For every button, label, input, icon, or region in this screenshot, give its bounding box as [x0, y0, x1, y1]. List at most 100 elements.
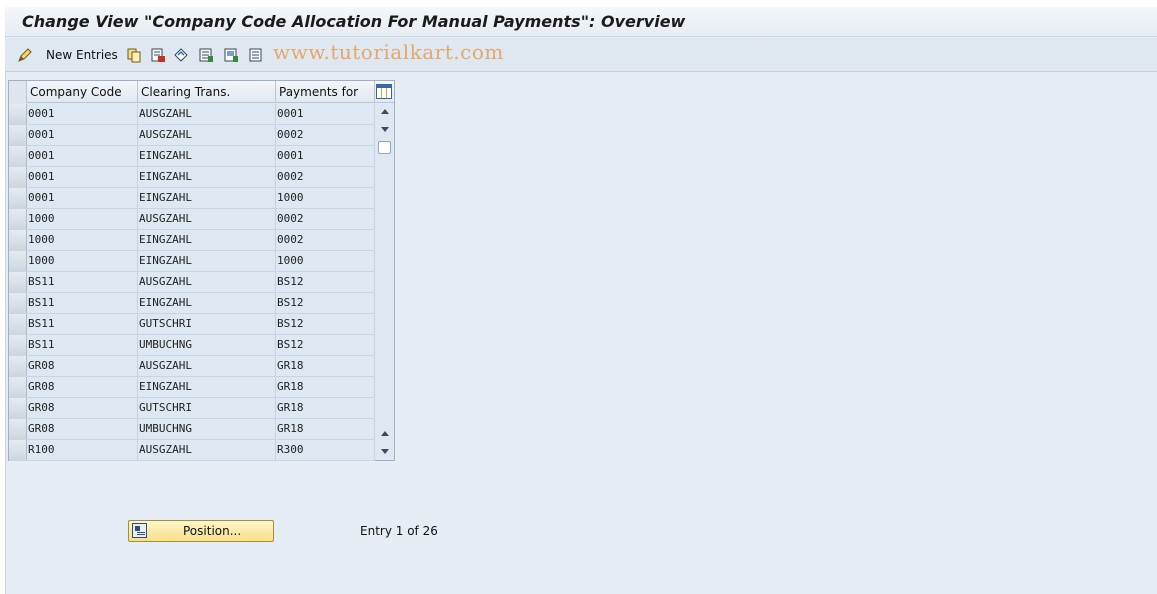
table-row[interactable]: GR08 AUSGZAHL GR18 [9, 356, 375, 377]
table-row[interactable]: 0001 AUSGZAHL 0001 [9, 104, 375, 125]
company-code-cell: 0001 [27, 125, 138, 145]
company-code-cell: GR08 [27, 356, 138, 376]
row-selector[interactable] [9, 146, 27, 166]
table-row[interactable]: 0001 EINGZAHL 1000 [9, 188, 375, 209]
table-row[interactable]: 1000 EINGZAHL 0002 [9, 230, 375, 251]
scrollbar-thumb[interactable] [378, 141, 391, 154]
clearing-trans-cell: EINGZAHL [138, 167, 276, 187]
table-row[interactable]: 0001 EINGZAHL 0002 [9, 167, 375, 188]
row-selector[interactable] [9, 335, 27, 355]
company-code-cell: BS11 [27, 314, 138, 334]
company-code-cell: GR08 [27, 398, 138, 418]
position-icon [132, 523, 147, 538]
clearing-trans-cell: AUSGZAHL [138, 440, 276, 460]
table-row[interactable]: R100 AUSGZAHL R300 [9, 440, 375, 461]
clearing-trans-cell: GUTSCHRI [138, 398, 276, 418]
payments-for-cell: GR18 [276, 356, 375, 376]
clearing-trans-cell: AUSGZAHL [138, 356, 276, 376]
delete-button[interactable] [150, 46, 166, 64]
copy-button[interactable] [126, 46, 142, 64]
page-up-icon[interactable] [381, 431, 389, 436]
payments-for-cell: GR18 [276, 398, 375, 418]
entries-table: Company Code Clearing Trans. Payments fo… [8, 80, 395, 461]
copy-icon [127, 48, 141, 63]
clearing-trans-cell: AUSGZAHL [138, 104, 276, 124]
company-code-cell: GR08 [27, 377, 138, 397]
payments-for-cell: BS12 [276, 314, 375, 334]
column-header-payments-for[interactable]: Payments for [276, 81, 375, 103]
payments-for-cell: GR18 [276, 419, 375, 439]
deselect-all-button[interactable] [248, 46, 264, 64]
title-bar: Change View "Company Code Allocation For… [5, 7, 1157, 37]
company-code-cell: 0001 [27, 188, 138, 208]
new-entries-button[interactable]: New Entries [46, 46, 118, 64]
clearing-trans-cell: EINGZAHL [138, 188, 276, 208]
row-selector[interactable] [9, 209, 27, 229]
table-row[interactable]: BS11 AUSGZAHL BS12 [9, 272, 375, 293]
undo-change-button[interactable] [173, 46, 189, 64]
row-selector[interactable] [9, 167, 27, 187]
table-row[interactable]: BS11 GUTSCHRI BS12 [9, 314, 375, 335]
watermark-text: www.tutorialkart.com [273, 40, 504, 64]
row-selector[interactable] [9, 314, 27, 334]
select-all-button[interactable] [198, 46, 214, 64]
row-selector[interactable] [9, 419, 27, 439]
table-settings-icon[interactable] [376, 84, 392, 99]
row-selector[interactable] [9, 293, 27, 313]
company-code-cell: 1000 [27, 251, 138, 271]
display-change-button[interactable] [17, 46, 33, 64]
company-code-cell: BS11 [27, 293, 138, 313]
table-row[interactable]: GR08 UMBUCHNG GR18 [9, 419, 375, 440]
table-row[interactable]: 0001 AUSGZAHL 0002 [9, 125, 375, 146]
table-row[interactable]: GR08 EINGZAHL GR18 [9, 377, 375, 398]
company-code-cell: R100 [27, 440, 138, 460]
payments-for-cell: 0002 [276, 125, 375, 145]
payments-for-cell: 0001 [276, 104, 375, 124]
clearing-trans-cell: EINGZAHL [138, 293, 276, 313]
page-down-icon[interactable] [381, 449, 389, 454]
row-selector[interactable] [9, 230, 27, 250]
table-header: Company Code Clearing Trans. Payments fo… [9, 81, 394, 103]
payments-for-cell: BS12 [276, 335, 375, 355]
vertical-scrollbar[interactable] [376, 103, 394, 460]
row-selector[interactable] [9, 125, 27, 145]
table-row[interactable]: 1000 EINGZAHL 1000 [9, 251, 375, 272]
scroll-down-icon[interactable] [381, 127, 389, 132]
payments-for-cell: R300 [276, 440, 375, 460]
payments-for-cell: 0002 [276, 167, 375, 187]
select-all-rows-cell[interactable] [9, 81, 27, 103]
position-button[interactable]: Position... [128, 520, 274, 542]
company-code-cell: 0001 [27, 146, 138, 166]
new-entries-label: New Entries [46, 48, 118, 62]
row-selector[interactable] [9, 272, 27, 292]
column-header-company-code[interactable]: Company Code [27, 81, 138, 103]
row-selector[interactable] [9, 398, 27, 418]
clearing-trans-cell: EINGZAHL [138, 251, 276, 271]
select-block-button[interactable] [223, 46, 239, 64]
payments-for-cell: 1000 [276, 188, 375, 208]
clearing-trans-cell: EINGZAHL [138, 146, 276, 166]
column-header-clearing-trans[interactable]: Clearing Trans. [138, 81, 276, 103]
table-row[interactable]: BS11 UMBUCHNG BS12 [9, 335, 375, 356]
delete-icon [151, 48, 165, 62]
row-selector[interactable] [9, 104, 27, 124]
row-selector[interactable] [9, 188, 27, 208]
payments-for-cell: 0002 [276, 230, 375, 250]
row-selector[interactable] [9, 356, 27, 376]
deselect-all-icon [249, 48, 262, 62]
clearing-trans-cell: EINGZAHL [138, 230, 276, 250]
table-row[interactable]: GR08 GUTSCHRI GR18 [9, 398, 375, 419]
position-button-label: Position... [183, 524, 242, 538]
row-selector[interactable] [9, 440, 27, 460]
row-selector[interactable] [9, 251, 27, 271]
company-code-cell: 1000 [27, 209, 138, 229]
scroll-up-icon[interactable] [381, 109, 389, 114]
select-all-icon [199, 48, 213, 62]
row-selector[interactable] [9, 377, 27, 397]
table-row[interactable]: BS11 EINGZAHL BS12 [9, 293, 375, 314]
select-block-icon [224, 48, 238, 62]
clearing-trans-cell: AUSGZAHL [138, 209, 276, 229]
payments-for-cell: 1000 [276, 251, 375, 271]
table-row[interactable]: 1000 AUSGZAHL 0002 [9, 209, 375, 230]
table-row[interactable]: 0001 EINGZAHL 0001 [9, 146, 375, 167]
